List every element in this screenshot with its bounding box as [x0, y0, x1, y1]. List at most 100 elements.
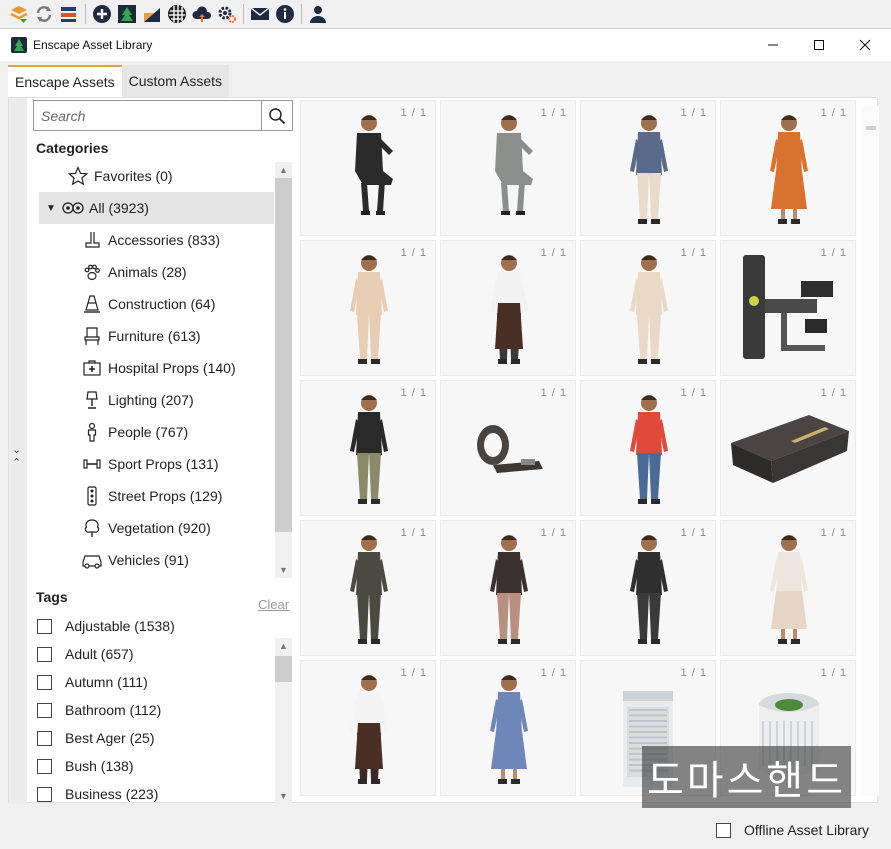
- tags-scrollbar[interactable]: ▲ ▼: [275, 638, 292, 804]
- tag-checkbox[interactable]: [37, 702, 52, 718]
- category-all[interactable]: ▼ All (3923): [39, 192, 274, 224]
- asset-tile[interactable]: 1 / 1: [720, 380, 856, 516]
- asset-tile[interactable]: 1 / 1: [720, 240, 856, 376]
- category-vehicles[interactable]: Vehicles (91): [39, 544, 274, 576]
- asset-tile[interactable]: 1 / 1: [440, 380, 576, 516]
- settings-icon[interactable]: [216, 3, 238, 25]
- tag-item[interactable]: Adjustable (1538): [37, 612, 277, 640]
- category-label: Vehicles (91): [108, 552, 189, 568]
- variant-count: 1 / 1: [820, 107, 847, 119]
- paw-icon: [81, 261, 103, 283]
- tag-checkbox[interactable]: [37, 786, 52, 802]
- capture-icon[interactable]: [58, 3, 80, 25]
- categories-heading: Categories: [36, 140, 109, 156]
- variant-count: 1 / 1: [400, 107, 427, 119]
- scroll-thumb[interactable]: [275, 178, 292, 532]
- tab-enscape-assets[interactable]: Enscape Assets: [8, 65, 122, 97]
- category-street-props[interactable]: Street Props (129): [39, 480, 274, 512]
- tag-item[interactable]: Bathroom (112): [37, 696, 277, 724]
- search-icon: [269, 107, 286, 124]
- scroll-thumb[interactable]: [275, 656, 292, 682]
- tag-label: Best Ager (25): [65, 730, 155, 746]
- material-sphere-icon[interactable]: [166, 3, 188, 25]
- category-favorites[interactable]: Favorites (0): [39, 163, 274, 192]
- category-tree: Favorites (0) ▼ All (3923) Accessories (…: [39, 163, 274, 578]
- tag-item[interactable]: Autumn (111): [37, 668, 277, 696]
- asset-tile[interactable]: 1 / 1: [440, 660, 576, 796]
- tag-checkbox[interactable]: [37, 758, 52, 774]
- material-editor-icon[interactable]: [141, 3, 163, 25]
- asset-tile[interactable]: 1 / 1: [300, 240, 436, 376]
- asset-tile[interactable]: 1 / 1: [440, 100, 576, 236]
- asset-tile[interactable]: 1 / 1: [580, 520, 716, 656]
- scroll-down-icon[interactable]: ▼: [275, 788, 292, 804]
- add-circle-icon[interactable]: [91, 3, 113, 25]
- asset-tile[interactable]: 1 / 1: [300, 660, 436, 796]
- asset-grid-scrollbar[interactable]: [862, 106, 879, 796]
- category-scrollbar[interactable]: ▲ ▼: [275, 162, 292, 578]
- tag-item[interactable]: Bush (138): [37, 752, 277, 780]
- variant-count: 1 / 1: [400, 387, 427, 399]
- asset-tile[interactable]: 1 / 1: [580, 240, 716, 376]
- tag-checkbox[interactable]: [37, 646, 52, 662]
- asset-tile[interactable]: 1 / 1: [580, 380, 716, 516]
- variant-count: 1 / 1: [400, 667, 427, 679]
- tag-checkbox[interactable]: [37, 674, 52, 690]
- sync-icon[interactable]: [33, 3, 55, 25]
- asset-tile[interactable]: 1 / 1: [580, 100, 716, 236]
- maximize-button[interactable]: [796, 29, 842, 61]
- asset-tile[interactable]: 1 / 1: [720, 100, 856, 236]
- tag-item[interactable]: Adult (657): [37, 640, 277, 668]
- asset-tile[interactable]: 1 / 1: [300, 520, 436, 656]
- category-label: Furniture (613): [108, 328, 201, 344]
- tag-checkbox[interactable]: [37, 618, 52, 634]
- category-lighting[interactable]: Lighting (207): [39, 384, 274, 416]
- category-hospital-props[interactable]: Hospital Props (140): [39, 352, 274, 384]
- minimize-button[interactable]: [750, 29, 796, 61]
- asset-tile[interactable]: 1 / 1: [300, 380, 436, 516]
- tree-icon: [81, 517, 103, 539]
- category-sport-props[interactable]: Sport Props (131): [39, 448, 274, 480]
- upload-cloud-icon[interactable]: [191, 3, 213, 25]
- category-label: People (767): [108, 424, 189, 440]
- tab-custom-assets[interactable]: Custom Assets: [121, 65, 229, 97]
- sidebar-collapse-strip[interactable]: ⌄ ⌃: [9, 98, 27, 804]
- traffic-light-icon: [81, 485, 103, 507]
- asset-tile[interactable]: 1 / 1: [300, 100, 436, 236]
- library-panel: ⌄⌃ Categories Favorites (0) ▼ All (3923): [8, 97, 879, 804]
- tag-label: Adult (657): [65, 646, 134, 662]
- category-people[interactable]: People (767): [39, 416, 274, 448]
- tag-item[interactable]: Best Ager (25): [37, 724, 277, 752]
- scroll-thumb[interactable]: [866, 126, 876, 130]
- enscape-start-icon[interactable]: [8, 3, 30, 25]
- offline-library-toggle[interactable]: Offline Asset Library: [716, 819, 869, 841]
- scroll-up-icon[interactable]: ▲: [275, 162, 292, 178]
- asset-tile[interactable]: 1 / 1: [440, 240, 576, 376]
- asset-tile[interactable]: 1 / 1: [720, 520, 856, 656]
- info-icon[interactable]: [274, 3, 296, 25]
- mail-icon[interactable]: [249, 3, 271, 25]
- clear-tags-link[interactable]: Clear: [258, 597, 289, 612]
- variant-count: 1 / 1: [820, 667, 847, 679]
- scroll-up-icon[interactable]: ▲: [275, 638, 292, 654]
- account-icon[interactable]: [307, 3, 329, 25]
- category-vegetation[interactable]: Vegetation (920): [39, 512, 274, 544]
- category-animals[interactable]: Animals (28): [39, 256, 274, 288]
- offline-checkbox[interactable]: [716, 822, 731, 838]
- variant-count: 1 / 1: [540, 527, 567, 539]
- asset-tile[interactable]: 1 / 1: [440, 520, 576, 656]
- close-button[interactable]: [842, 29, 888, 61]
- scroll-down-icon[interactable]: ▼: [275, 562, 292, 578]
- asset-library-icon[interactable]: [116, 3, 138, 25]
- lamp-icon: [81, 389, 103, 411]
- search-input[interactable]: [34, 101, 261, 130]
- maximize-icon: [814, 40, 824, 50]
- search-button[interactable]: [261, 101, 292, 130]
- variant-count: 1 / 1: [820, 527, 847, 539]
- category-construction[interactable]: Construction (64): [39, 288, 274, 320]
- tag-item[interactable]: Business (223): [37, 780, 277, 804]
- category-furniture[interactable]: Furniture (613): [39, 320, 274, 352]
- category-accessories[interactable]: Accessories (833): [39, 224, 274, 256]
- expand-triangle-icon[interactable]: ▼: [44, 203, 58, 214]
- tag-checkbox[interactable]: [37, 730, 52, 746]
